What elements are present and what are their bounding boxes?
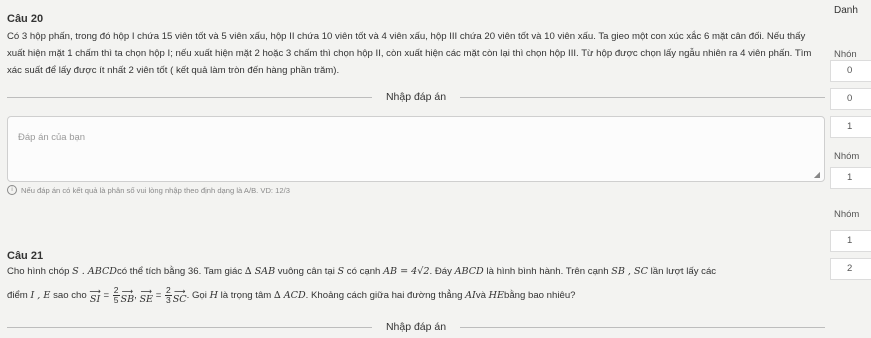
answer-heading-20: Nhập đáp án xyxy=(7,86,826,108)
q21-math: ∆ ACD xyxy=(273,290,306,302)
question-panel: Câu 20 Có 3 hộp phấn, trong đó hộp I chứ… xyxy=(0,0,826,333)
q21-text: và xyxy=(475,290,489,302)
answer-heading-label: Nhập đáp án xyxy=(385,91,447,103)
q21-text: . Đáy xyxy=(429,266,455,277)
question-21-label: Câu 21 xyxy=(7,250,44,262)
q21-text: điểm xyxy=(7,290,31,302)
q21-text: . Gọi xyxy=(186,290,210,302)
q21-math: H xyxy=(209,290,218,302)
q21-math: ∆ SAB xyxy=(244,266,276,277)
q21-text: lần lượt lấy các xyxy=(647,266,717,277)
sidebar-title: Danh xyxy=(834,5,858,16)
q21-math: SB , SC xyxy=(611,266,648,277)
sidebar-question-number: 0 xyxy=(847,65,853,76)
q21-math: AB = 4√2 xyxy=(383,266,430,277)
question-list-sidebar: Danh Nhón 0 0 1 Nhóm 1 Nhóm 1 2 xyxy=(826,0,871,332)
sidebar-question-button[interactable]: 0 xyxy=(830,88,871,110)
divider xyxy=(7,326,372,328)
sidebar-question-button[interactable]: 2 xyxy=(830,258,871,280)
q21-math: I , E xyxy=(30,290,51,302)
divider xyxy=(460,326,826,328)
sidebar-group-label: Nhóm xyxy=(834,151,860,162)
q21-text: là hình bình hành. Trên cạnh xyxy=(483,266,612,277)
q21-text: sao cho xyxy=(50,290,90,302)
answer-format-hint: i Nếu đáp án có kết quả là phân số vui l… xyxy=(7,185,290,195)
sidebar-question-number: 0 xyxy=(847,93,853,104)
resize-handle-icon[interactable]: ◢ xyxy=(814,170,820,179)
sidebar-question-button[interactable]: 1 xyxy=(830,116,871,138)
sidebar-question-button[interactable]: 0 xyxy=(830,60,871,82)
divider xyxy=(7,96,372,98)
sidebar-question-number: 1 xyxy=(847,235,853,246)
q21-text: có thể tích bằng 36. Tam giác xyxy=(117,266,245,277)
q21-text: có cạnh xyxy=(344,266,384,277)
sidebar-group-label: Nhón xyxy=(834,49,857,60)
question-21-line-2: điểm I , E sao cho ⟶ SI = 2 5 ⟶ SB, ⟶ SE = 23… xyxy=(7,286,819,305)
hint-text: Nếu đáp án có kết quả là phân số vui lòn… xyxy=(21,185,290,195)
q21-math: AI xyxy=(465,290,476,302)
q21-math: ABCD xyxy=(454,266,484,277)
q21-text: bằng bao nhiêu? xyxy=(504,290,576,302)
question-21-line-1: Cho hình chóp S . ABCDcó thể tích bằng 3… xyxy=(7,263,819,280)
q21-text: vuông cân tại xyxy=(275,266,338,277)
question-20-text: Có 3 hộp phấn, trong đó hộp I chứa 15 vi… xyxy=(7,31,812,76)
q21-math: S . ABCD xyxy=(72,266,117,277)
answer-input-20[interactable]: Đáp án của bạn ◢ xyxy=(7,116,825,182)
sidebar-group-label: Nhóm xyxy=(834,209,860,220)
q21-text: Cho hình chóp xyxy=(7,266,73,277)
q21-math: HE xyxy=(488,290,504,302)
answer-placeholder: Đáp án của bạn xyxy=(18,132,86,143)
sidebar-question-number: 1 xyxy=(847,121,853,132)
answer-heading-label: Nhập đáp án xyxy=(385,321,447,333)
q21-text: . Khoảng cách giữa hai đường thẳng xyxy=(305,290,466,302)
vector-formula: ⟶ SI = 2 5 ⟶ SB, ⟶ SE = 2 3 ⟶ SC xyxy=(89,285,187,305)
q21-text: là trọng tâm xyxy=(217,290,274,302)
divider xyxy=(460,96,826,98)
sidebar-question-number: 1 xyxy=(847,172,853,183)
info-icon: i xyxy=(7,185,17,195)
sidebar-question-button[interactable]: 1 xyxy=(830,230,871,252)
answer-heading-21: Nhập đáp án xyxy=(7,316,826,338)
sidebar-question-button[interactable]: 1 xyxy=(830,167,871,189)
sidebar-question-number: 2 xyxy=(847,263,853,274)
question-20-label: Câu 20 xyxy=(7,13,44,25)
